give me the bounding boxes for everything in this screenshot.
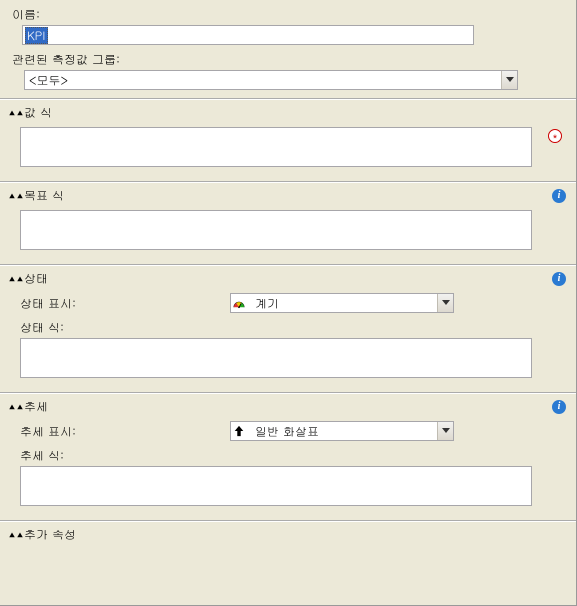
trend-indicator-select[interactable]: 일반 화살표 <box>230 421 454 441</box>
measuregroup-value: <모두> <box>25 72 501 89</box>
gauge-icon <box>231 296 247 310</box>
section-header-value[interactable]: ⯅⯅ 값 식 <box>6 100 570 125</box>
collapse-icon: ⯅⯅ <box>8 530 20 540</box>
section-title-value: 값 식 <box>24 104 52 121</box>
section-header-goal[interactable]: ⯅⯅ 목표 식 i <box>6 183 570 208</box>
name-input-value: KPI <box>25 27 48 44</box>
measuregroup-label: 관련된 측정값 그룹: <box>12 51 568 68</box>
section-title-status: 상태 <box>24 270 48 287</box>
section-header-status[interactable]: ⯅⯅ 상태 i <box>6 266 570 291</box>
info-icon[interactable]: i <box>552 400 566 414</box>
section-title-trend: 추세 <box>24 398 48 415</box>
arrow-up-icon <box>231 424 247 438</box>
info-icon[interactable]: i <box>552 272 566 286</box>
trend-indicator-label: 추세 표시: <box>20 423 230 440</box>
required-icon: * <box>548 129 562 143</box>
trend-indicator-value: 일반 화살표 <box>251 423 437 440</box>
collapse-icon: ⯅⯅ <box>8 191 20 201</box>
goal-expression-input[interactable] <box>20 210 532 250</box>
value-expression-input[interactable] <box>20 127 532 167</box>
collapse-icon: ⯅⯅ <box>8 108 20 118</box>
status-indicator-value: 계기 <box>251 295 437 312</box>
status-indicator-select[interactable]: 계기 <box>230 293 454 313</box>
section-header-additional[interactable]: ⯅⯅ 추가 속성 <box>6 522 570 547</box>
section-title-additional: 추가 속성 <box>24 526 76 543</box>
chevron-down-icon[interactable] <box>437 422 453 440</box>
collapse-icon: ⯅⯅ <box>8 274 20 284</box>
section-header-trend[interactable]: ⯅⯅ 추세 i <box>6 394 570 419</box>
chevron-down-icon[interactable] <box>501 71 517 89</box>
collapse-icon: ⯅⯅ <box>8 402 20 412</box>
status-indicator-label: 상태 표시: <box>20 295 230 312</box>
trend-expression-input[interactable] <box>20 466 532 506</box>
info-icon[interactable]: i <box>552 189 566 203</box>
section-title-goal: 목표 식 <box>24 187 64 204</box>
measuregroup-select[interactable]: <모두> <box>24 70 518 90</box>
name-label: 이름: <box>12 6 568 23</box>
chevron-down-icon[interactable] <box>437 294 453 312</box>
status-expression-input[interactable] <box>20 338 532 378</box>
status-expression-label: 상태 식: <box>20 319 562 336</box>
trend-expression-label: 추세 식: <box>20 447 562 464</box>
name-input[interactable]: KPI <box>22 25 474 45</box>
